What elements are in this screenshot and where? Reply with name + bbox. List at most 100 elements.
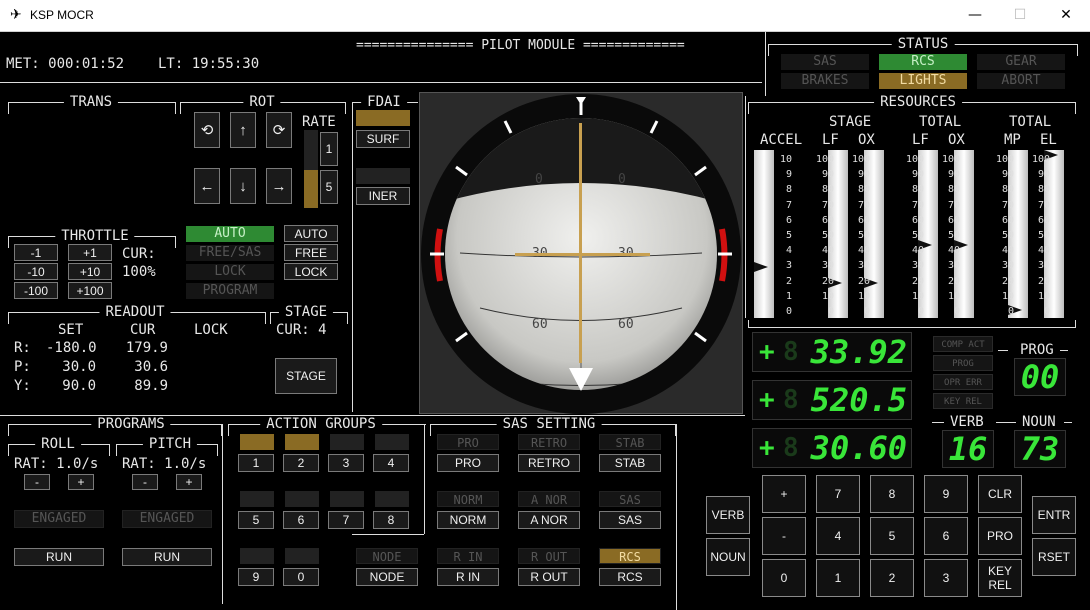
action-group-4-button[interactable]: 4 bbox=[373, 454, 409, 472]
readout-cur-value: 30.6 bbox=[134, 359, 168, 375]
pitch-plus-button[interactable]: + bbox=[176, 474, 202, 490]
throttle-plus-1-button[interactable]: +1 bbox=[68, 244, 112, 261]
lock-mode-button[interactable]: LOCK bbox=[284, 263, 338, 280]
sas-r-out-button[interactable]: R OUT bbox=[518, 568, 580, 586]
roll-plus-button[interactable]: + bbox=[68, 474, 94, 490]
dsky-key-pro[interactable]: PRO bbox=[978, 517, 1022, 555]
stage-cur: CUR: 4 bbox=[276, 322, 327, 338]
action-group-5-button[interactable]: 5 bbox=[238, 511, 274, 529]
gauge-scale-tick: 3 bbox=[785, 260, 792, 272]
gauge-scale-tick: 30 bbox=[1001, 260, 1014, 272]
sas-r-in-button[interactable]: R IN bbox=[437, 568, 499, 586]
yaw-right-button[interactable]: → bbox=[266, 168, 292, 204]
gauge-scale-tick: 100 bbox=[1031, 154, 1050, 165]
dsky-key-key-rel[interactable]: KEY REL bbox=[978, 559, 1022, 597]
throttle-plus-100-button[interactable]: +100 bbox=[68, 282, 112, 299]
gauge-scale-tick: 30 bbox=[911, 260, 924, 272]
action-group-7-button[interactable]: 7 bbox=[328, 511, 364, 529]
action-group-8-lamp bbox=[375, 491, 409, 507]
close-button[interactable]: ✕ bbox=[1046, 4, 1086, 26]
rate-1-button[interactable]: 1 bbox=[320, 132, 338, 166]
action-group-0-button[interactable]: 0 bbox=[283, 568, 319, 586]
pitch-minus-button[interactable]: - bbox=[132, 474, 158, 490]
status-sas-indicator: SAS bbox=[781, 54, 869, 70]
action-group-2-button[interactable]: 2 bbox=[283, 454, 319, 472]
readout-header-lock: LOCK bbox=[194, 322, 228, 338]
action-group-1-button[interactable]: 1 bbox=[238, 454, 274, 472]
gauge-scale-tick: 80 bbox=[947, 184, 960, 196]
dsky-key-clr[interactable]: CLR bbox=[978, 475, 1022, 513]
gauge-scale-tick: 9 bbox=[785, 169, 792, 181]
gauge-scale-tick: 60 bbox=[1037, 214, 1050, 226]
dsky-key-plus[interactable]: + bbox=[762, 475, 806, 513]
roll-run-button[interactable]: RUN bbox=[14, 548, 104, 566]
dsky-key-5[interactable]: 5 bbox=[870, 517, 914, 555]
dsky-key-minus[interactable]: - bbox=[762, 517, 806, 555]
mocr-panel: MET: 000:01:52 LT: 19:55:30 ============… bbox=[0, 32, 1090, 610]
dsky-key-0[interactable]: 0 bbox=[762, 559, 806, 597]
throttle-title: THROTTLE bbox=[55, 228, 135, 244]
prog-display: 00 bbox=[1014, 358, 1066, 396]
throttle-minus-10-button[interactable]: -10 bbox=[14, 263, 58, 280]
sas-stab-button[interactable]: STAB bbox=[599, 454, 661, 472]
dsky-key-7[interactable]: 7 bbox=[816, 475, 860, 513]
readout-set-value: 30.0 bbox=[62, 359, 96, 375]
verb-key[interactable]: VERB bbox=[706, 496, 750, 534]
entr-key[interactable]: ENTR bbox=[1032, 496, 1076, 534]
iner-button[interactable]: INER bbox=[356, 187, 410, 205]
sas-a-nor-indicator: A NOR bbox=[518, 491, 580, 507]
action-group-7-lamp bbox=[330, 491, 364, 507]
sas-sas-button[interactable]: SAS bbox=[599, 511, 661, 529]
maximize-button[interactable]: ☐ bbox=[1000, 4, 1040, 26]
stage-title: STAGE bbox=[278, 304, 334, 320]
dsky-key-8[interactable]: 8 bbox=[870, 475, 914, 513]
surf-button[interactable]: SURF bbox=[356, 130, 410, 148]
yaw-left-button[interactable]: ← bbox=[194, 168, 220, 204]
dsky-key-9[interactable]: 9 bbox=[924, 475, 968, 513]
pitch-down-button[interactable]: ↓ bbox=[230, 168, 256, 204]
gauge-scale-tick: 1 bbox=[785, 290, 792, 302]
gauge-scale-tick: 40 bbox=[1037, 245, 1050, 257]
action-group-8-button[interactable]: 8 bbox=[373, 511, 409, 529]
throttle-plus-10-button[interactable]: +10 bbox=[68, 263, 112, 280]
dsky-key-3[interactable]: 3 bbox=[924, 559, 968, 597]
action-group-9-button[interactable]: 9 bbox=[238, 568, 274, 586]
rate-slider-track[interactable] bbox=[304, 130, 318, 208]
gauge-scale-tick: 0 bbox=[827, 306, 834, 317]
sas-retro-button[interactable]: RETRO bbox=[518, 454, 580, 472]
action-group-3-button[interactable]: 3 bbox=[328, 454, 364, 472]
sas-pro-indicator: PRO bbox=[437, 434, 499, 450]
pitch-up-button[interactable]: ↑ bbox=[230, 112, 256, 148]
roll-minus-button[interactable]: - bbox=[24, 474, 50, 490]
sas-node-button[interactable]: NODE bbox=[356, 568, 418, 586]
dsky-key-2[interactable]: 2 bbox=[870, 559, 914, 597]
sas-norm-button[interactable]: NORM bbox=[437, 511, 499, 529]
dsky-key-4[interactable]: 4 bbox=[816, 517, 860, 555]
dsky-key-1[interactable]: 1 bbox=[816, 559, 860, 597]
throttle-minus-1-button[interactable]: -1 bbox=[14, 244, 58, 261]
fdai-ball: 3030 6060 00 bbox=[419, 92, 743, 414]
rset-key[interactable]: RSET bbox=[1032, 538, 1076, 576]
status-lights-indicator: LIGHTS bbox=[879, 73, 967, 89]
free-mode-button[interactable]: FREE bbox=[284, 244, 338, 261]
throttle-minus-100-button[interactable]: -100 bbox=[14, 282, 58, 299]
readout-axis-label: P: bbox=[14, 359, 31, 375]
gauge-scale-tick: 90 bbox=[947, 169, 960, 181]
readout-axis-label: Y: bbox=[14, 378, 31, 394]
action-group-6-button[interactable]: 6 bbox=[283, 511, 319, 529]
roll-right-button[interactable]: ⟳ bbox=[266, 112, 292, 148]
action-group-5-lamp bbox=[240, 491, 274, 507]
gauge-scale-tick: 70 bbox=[821, 199, 834, 211]
minimize-button[interactable]: — bbox=[955, 4, 995, 26]
sas-rcs-button[interactable]: RCS bbox=[599, 568, 661, 586]
stage-button[interactable]: STAGE bbox=[275, 358, 337, 394]
noun-key[interactable]: NOUN bbox=[706, 538, 750, 576]
rate-5-button[interactable]: 5 bbox=[320, 170, 338, 204]
dsky-key-6[interactable]: 6 bbox=[924, 517, 968, 555]
sas-pro-button[interactable]: PRO bbox=[437, 454, 499, 472]
sas-a-nor-button[interactable]: A NOR bbox=[518, 511, 580, 529]
gauge-scale-tick: 10 bbox=[857, 290, 870, 302]
auto-mode-button[interactable]: AUTO bbox=[284, 225, 338, 242]
roll-left-button[interactable]: ⟲ bbox=[194, 112, 220, 148]
pitch-run-button[interactable]: RUN bbox=[122, 548, 212, 566]
